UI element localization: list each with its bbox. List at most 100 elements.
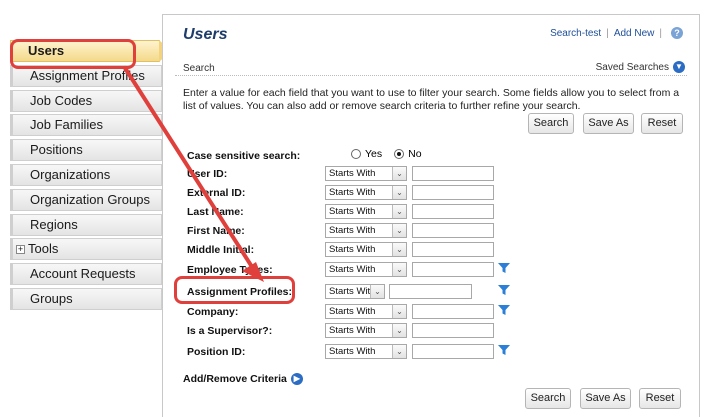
sidebar-item-positions[interactable]: Positions xyxy=(10,139,162,162)
filter-funnel-icon[interactable] xyxy=(498,262,510,274)
filter-funnel-icon[interactable] xyxy=(498,304,510,316)
search-button-bottom[interactable]: Search xyxy=(525,388,571,409)
help-icon[interactable]: ? xyxy=(671,27,683,39)
sidebar-item-organizations[interactable]: Organizations xyxy=(10,163,162,186)
sidebar-item-job-codes[interactable]: Job Codes xyxy=(10,89,162,112)
operator-select[interactable]: Starts With ⌄ xyxy=(325,323,407,338)
field-label: First Name: xyxy=(187,225,245,237)
operator-value: Starts With xyxy=(329,286,376,297)
user-id-input[interactable] xyxy=(412,166,494,181)
operator-value: Starts With xyxy=(329,187,376,198)
case-no-label: No xyxy=(408,148,422,160)
employee-types-input[interactable] xyxy=(412,262,494,277)
sidebar-item-tools[interactable]: + Tools xyxy=(10,238,162,261)
chevron-down-icon[interactable]: ⌄ xyxy=(392,324,406,337)
sidebar-item-label: Job Codes xyxy=(30,92,93,108)
search-button[interactable]: Search xyxy=(528,113,574,134)
search-test-link[interactable]: Search-test xyxy=(550,28,601,39)
middle-initial-input[interactable] xyxy=(412,242,494,257)
chevron-right-circle-icon[interactable]: ▶ xyxy=(290,373,303,385)
operator-select[interactable]: Starts With ⌄ xyxy=(325,223,407,238)
operator-value: Starts With xyxy=(329,244,376,255)
operator-value: Starts With xyxy=(329,306,376,317)
operator-select[interactable]: Starts With ⌄ xyxy=(325,185,407,200)
header-links: Search-test | Add New | ? xyxy=(550,27,683,39)
saved-searches-toggle[interactable]: Saved Searches ▼ xyxy=(596,61,685,73)
section-divider xyxy=(175,75,687,76)
reset-button[interactable]: Reset xyxy=(641,113,683,134)
field-label: User ID: xyxy=(187,168,228,180)
sidebar-item-regions[interactable]: Regions xyxy=(10,213,162,236)
operator-select[interactable]: Starts With ⌄ xyxy=(325,204,407,219)
operator-select[interactable]: Starts With ⌄ xyxy=(325,242,407,257)
operator-select[interactable]: Starts With ⌄ xyxy=(325,344,407,359)
operator-select[interactable]: Starts With ⌄ xyxy=(325,166,407,181)
sidebar-item-label: Tools xyxy=(28,241,59,257)
link-separator: | xyxy=(606,27,609,39)
operator-select[interactable]: Starts With ⌄ xyxy=(325,284,385,299)
assignment-profiles-input[interactable] xyxy=(389,284,472,299)
saved-searches-label: Saved Searches xyxy=(595,61,669,73)
search-description: Enter a value for each field that you wa… xyxy=(183,87,680,112)
case-yes-radio[interactable] xyxy=(351,149,361,159)
chevron-down-icon[interactable]: ⌄ xyxy=(392,186,406,199)
operator-select[interactable]: Starts With ⌄ xyxy=(325,262,407,277)
field-label: External ID: xyxy=(187,187,246,199)
field-label: Is a Supervisor?: xyxy=(187,325,273,337)
field-label: Company: xyxy=(187,306,239,318)
expand-plus-icon[interactable]: + xyxy=(16,245,25,255)
first-name-input[interactable] xyxy=(412,223,494,238)
sidebar-nav: Users Assignment Profiles Job Codes Job … xyxy=(10,40,171,313)
field-row-user-id: User ID: Starts With ⌄ xyxy=(187,166,587,182)
chevron-down-icon[interactable]: ⌄ xyxy=(392,167,406,180)
add-new-link[interactable]: Add New xyxy=(614,28,655,39)
chevron-down-icon[interactable]: ⌄ xyxy=(392,205,406,218)
case-no-radio[interactable] xyxy=(394,149,405,159)
filter-funnel-icon[interactable] xyxy=(498,344,510,356)
sidebar-item-label: Organizations xyxy=(30,166,111,182)
filter-funnel-icon[interactable] xyxy=(498,284,510,296)
field-row-company: Company: Starts With ⌄ xyxy=(187,304,587,320)
sidebar-item-groups[interactable]: Groups xyxy=(10,287,162,310)
save-as-button-bottom[interactable]: Save As xyxy=(580,388,631,409)
field-row-external-id: External ID: Starts With ⌄ xyxy=(187,185,587,201)
field-row-last-name: Last Name: Starts With ⌄ xyxy=(187,204,587,220)
chevron-down-icon[interactable]: ⌄ xyxy=(392,224,406,237)
chevron-down-icon[interactable]: ⌄ xyxy=(392,305,406,318)
field-label: Employee Types: xyxy=(187,264,273,276)
sidebar-item-label: Organization Groups xyxy=(30,191,150,207)
last-name-input[interactable] xyxy=(412,204,494,219)
sidebar-item-label: Job Families xyxy=(30,117,103,133)
sidebar-item-label: Positions xyxy=(30,142,83,158)
chevron-down-icon[interactable]: ⌄ xyxy=(392,345,406,358)
is-supervisor-input[interactable] xyxy=(412,323,494,338)
field-row-position-id: Position ID: Starts With ⌄ xyxy=(187,344,587,360)
position-id-input[interactable] xyxy=(412,344,494,359)
case-sensitive-row: Case sensitive search: Yes No xyxy=(187,148,587,164)
save-as-button[interactable]: Save As xyxy=(583,113,634,134)
chevron-down-icon[interactable]: ⌄ xyxy=(392,263,406,276)
field-label: Last Name: xyxy=(187,206,244,218)
reset-button-bottom[interactable]: Reset xyxy=(639,388,681,409)
operator-select[interactable]: Starts With ⌄ xyxy=(325,304,407,319)
sidebar-item-job-families[interactable]: Job Families xyxy=(10,114,162,137)
operator-value: Starts With xyxy=(329,264,376,275)
chevron-down-icon[interactable]: ⌄ xyxy=(370,285,384,298)
field-row-first-name: First Name: Starts With ⌄ xyxy=(187,223,587,239)
company-input[interactable] xyxy=(412,304,494,319)
case-yes-label: Yes xyxy=(365,148,383,160)
add-remove-criteria-link[interactable]: Add/Remove Criteria ▶ xyxy=(183,373,303,385)
case-sensitive-radio-group: Yes No xyxy=(351,148,422,160)
chevron-down-icon[interactable]: ⌄ xyxy=(392,243,406,256)
operator-value: Starts With xyxy=(329,325,376,336)
field-label: Middle Initial: xyxy=(187,244,255,256)
sidebar-item-organization-groups[interactable]: Organization Groups xyxy=(10,188,162,211)
chevron-down-circle-icon[interactable]: ▼ xyxy=(673,61,685,73)
field-row-is-supervisor: Is a Supervisor?: Starts With ⌄ xyxy=(187,323,587,339)
annotation-box-users xyxy=(10,39,136,69)
sidebar-item-account-requests[interactable]: Account Requests xyxy=(10,263,162,286)
annotation-box-assignment-profiles xyxy=(174,276,295,304)
sidebar-item-label: Regions xyxy=(30,216,78,232)
external-id-input[interactable] xyxy=(412,185,494,200)
operator-value: Starts With xyxy=(329,346,376,357)
